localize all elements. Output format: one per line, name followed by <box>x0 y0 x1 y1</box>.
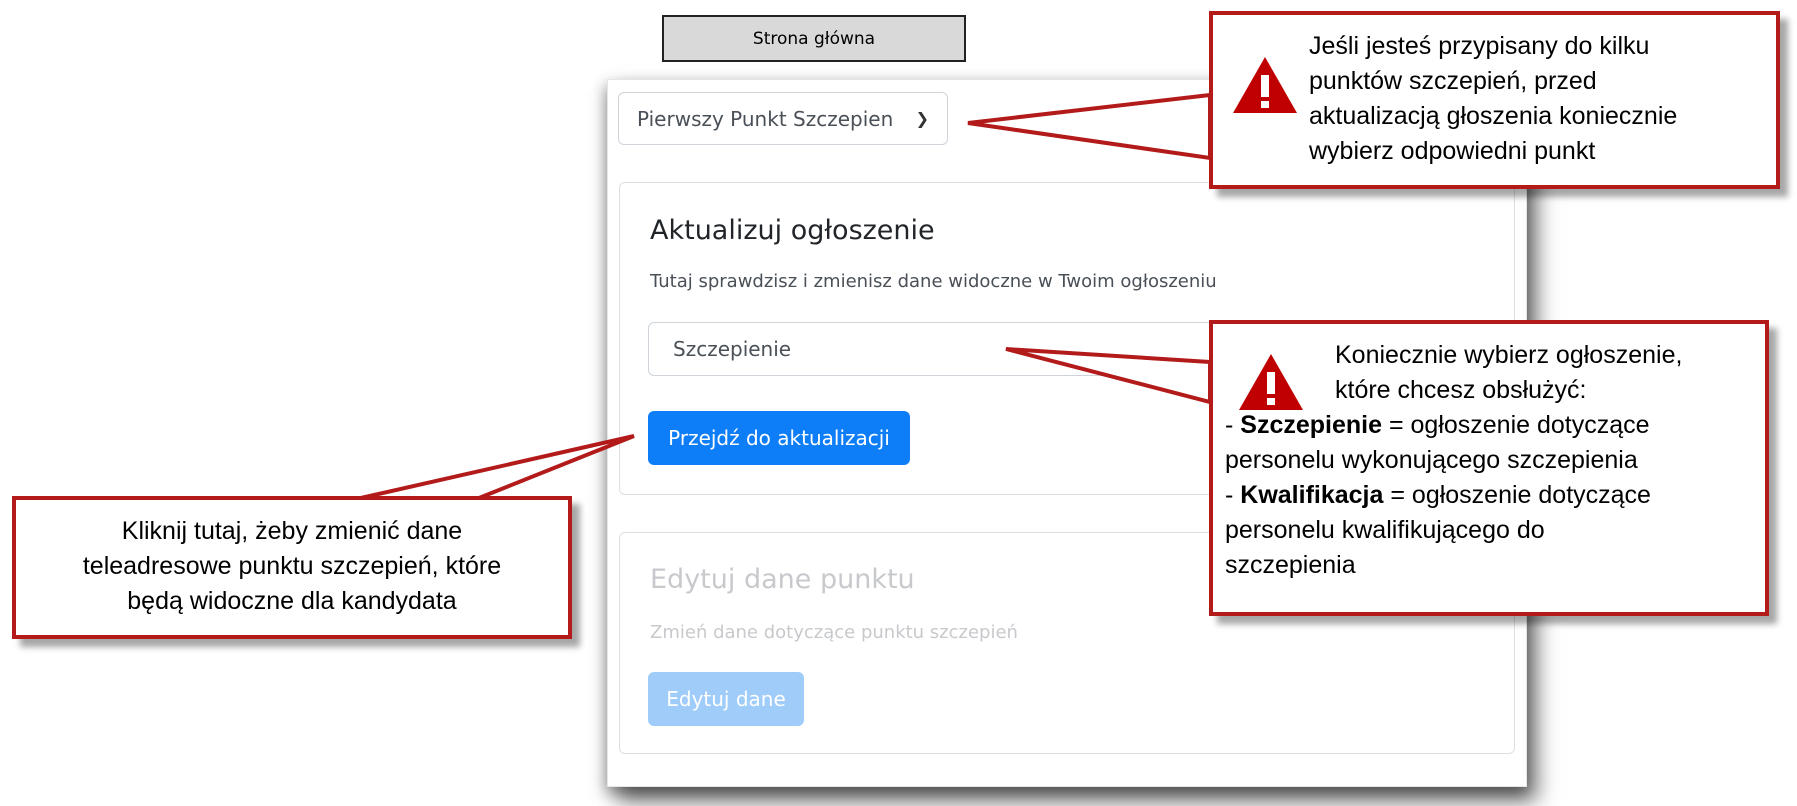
callout-line: aktualizacją głoszenia koniecznie <box>1309 102 1678 130</box>
term-desc: = ogłoszenie dotyczące <box>1383 481 1651 509</box>
callout-item-kwalifikacja: - Kwalifikacja = ogłoszenie dotyczące <box>1225 478 1755 513</box>
callout-line: punktów szczepień, przed <box>1309 67 1597 95</box>
callout-line: szczepienia <box>1225 551 1356 579</box>
warning-icon <box>1239 354 1303 410</box>
point-select-callout: Jeśli jesteś przypisany do kilku punktów… <box>1209 11 1780 189</box>
callout-line: Jeśli jesteś przypisany do kilku <box>1309 32 1650 60</box>
callout-item-szczepienie: - Szczepienie = ogłoszenie dotyczące <box>1225 408 1755 443</box>
term-desc: = ogłoszenie dotyczące <box>1382 411 1650 439</box>
callout-line: będą widoczne dla kandydata <box>127 587 457 615</box>
ad-type-callout: Koniecznie wybierz ogłoszenie, które chc… <box>1209 320 1769 616</box>
dash: - <box>1225 481 1241 509</box>
term-kwalifikacja: Kwalifikacja <box>1240 481 1384 509</box>
callout-line: wybierz odpowiedni punkt <box>1309 137 1596 165</box>
callout-line: Kliknij tutaj, żeby zmienić dane <box>121 517 463 545</box>
warning-icon <box>1233 57 1297 113</box>
left-callout-pointer <box>351 434 635 502</box>
term-szczepienie: Szczepienie <box>1240 411 1383 439</box>
callout-line: personelu wykonującego szczepienia <box>1225 446 1638 474</box>
callout-line: teleadresowe punktu szczepień, które <box>82 552 502 580</box>
callout-line: personelu kwalifikującego do <box>1225 516 1545 544</box>
top-callout-pointer <box>967 92 1212 161</box>
update-button-callout: Kliknij tutaj, żeby zmienić dane teleadr… <box>12 496 572 639</box>
right-callout-pointer <box>1005 347 1212 405</box>
dash: - <box>1225 411 1241 439</box>
